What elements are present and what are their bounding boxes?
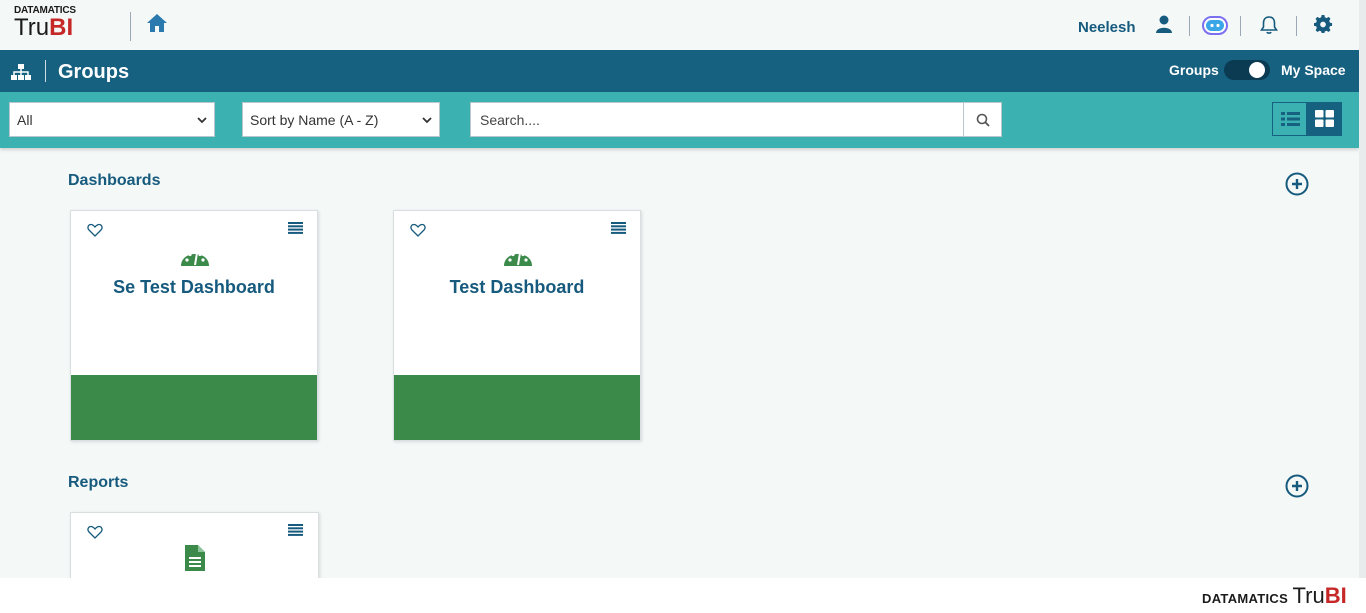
logo-bi: BI	[49, 14, 74, 41]
groups-myspace-toggle[interactable]	[1224, 60, 1270, 80]
dashboard-card[interactable]: Se Test Dashboard	[70, 210, 318, 441]
dashboards-heading: Dashboards	[68, 172, 161, 189]
report-document-icon	[185, 545, 205, 571]
vertical-scrollbar[interactable]	[1359, 0, 1366, 578]
sort-select-value: Sort by Name (A - Z)	[250, 112, 379, 128]
header-divider	[1240, 16, 1241, 36]
user-icon[interactable]	[1155, 15, 1175, 35]
trubi-logo[interactable]: DATAMATICS TruBI	[14, 5, 76, 40]
menu-icon[interactable]	[288, 222, 303, 234]
footer-bi: BI	[1324, 583, 1347, 608]
plus-circle-icon	[1285, 474, 1309, 498]
hierarchy-icon[interactable]	[10, 63, 32, 81]
search-placeholder: Search....	[480, 112, 540, 128]
page-title: Groups	[58, 61, 130, 83]
sort-select[interactable]: Sort by Name (A - Z)	[242, 102, 440, 137]
footer-brand-company: DATAMATICS	[1202, 591, 1289, 606]
menu-icon[interactable]	[611, 222, 626, 234]
dashboard-gauge-icon	[504, 252, 532, 266]
top-header: DATAMATICS TruBI Neelesh	[0, 0, 1359, 50]
logo-tru: Tru	[14, 14, 50, 41]
card-footer	[394, 375, 640, 440]
dashboard-gauge-icon	[181, 252, 209, 266]
search-input[interactable]: Search....	[470, 102, 964, 137]
type-select[interactable]: All	[9, 102, 215, 137]
search-button[interactable]	[963, 102, 1002, 137]
dashboard-name: Se Test Dashboard	[113, 277, 275, 297]
card-footer	[71, 375, 317, 440]
footer-bar: DATAMATICS TruBI	[0, 578, 1366, 613]
chevron-down-icon	[422, 117, 432, 124]
groups-divider	[45, 60, 46, 82]
app-root: DATAMATICS TruBI Neelesh Groups Groups M…	[0, 0, 1366, 613]
home-icon[interactable]	[146, 13, 168, 33]
chevron-down-icon	[197, 117, 207, 124]
groups-bar: Groups Groups My Space	[0, 50, 1359, 92]
plus-circle-icon	[1285, 172, 1309, 196]
bell-icon[interactable]	[1259, 15, 1279, 35]
footer-tru: Tru	[1292, 583, 1325, 608]
header-divider	[130, 12, 131, 41]
filter-bar: All Sort by Name (A - Z) Search....	[0, 92, 1359, 148]
add-dashboard-button[interactable]	[1285, 172, 1309, 196]
logo-product: TruBI	[14, 16, 76, 40]
toggle-label-myspace[interactable]: My Space	[1281, 62, 1346, 78]
list-view-button[interactable]	[1272, 102, 1307, 136]
menu-icon[interactable]	[288, 524, 303, 536]
add-report-button[interactable]	[1285, 474, 1309, 498]
header-divider	[1189, 16, 1190, 36]
reports-heading: Reports	[68, 474, 129, 491]
heart-icon[interactable]	[87, 525, 103, 539]
dashboard-card[interactable]: Test Dashboard	[393, 210, 641, 441]
footer-brand-product: TruBI	[1293, 583, 1347, 608]
list-view-icon	[1281, 112, 1300, 126]
chatbot-icon[interactable]	[1202, 16, 1228, 36]
header-divider	[1296, 16, 1297, 36]
grid-view-icon	[1315, 110, 1334, 127]
heart-icon[interactable]	[410, 223, 426, 237]
footer-logo: DATAMATICS TruBI	[1202, 583, 1347, 609]
gear-icon[interactable]	[1314, 15, 1334, 35]
toggle-label-groups[interactable]: Groups	[1169, 62, 1219, 78]
type-select-value: All	[17, 112, 33, 128]
report-card[interactable]	[70, 512, 319, 582]
heart-icon[interactable]	[87, 223, 103, 237]
grid-view-button[interactable]	[1307, 102, 1342, 136]
username[interactable]: Neelesh	[1078, 19, 1136, 36]
dashboard-name: Test Dashboard	[449, 277, 585, 297]
search-icon	[976, 113, 990, 127]
toggle-knob	[1249, 62, 1265, 78]
